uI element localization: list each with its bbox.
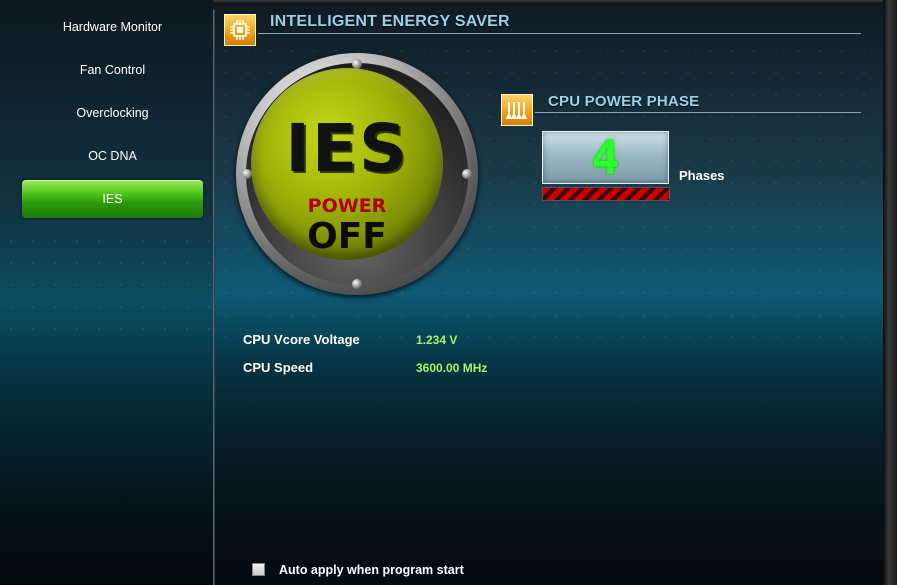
phase-load-bar — [542, 187, 670, 201]
ies-power-label: POWER — [307, 195, 387, 217]
screw-icon — [352, 279, 362, 289]
ies-logo: IES — [285, 110, 409, 187]
auto-apply-checkbox[interactable] — [252, 563, 265, 576]
ies-button-face: IES POWER OFF — [251, 68, 443, 260]
auto-apply-label[interactable]: Auto apply when program start — [279, 563, 464, 577]
cpu-speed-label: CPU Speed — [243, 360, 314, 375]
ies-power-button[interactable]: IES POWER OFF — [236, 53, 478, 295]
ies-section-divider — [258, 33, 861, 34]
sidebar-item-overclocking[interactable]: Overclocking — [22, 94, 203, 132]
ies-power-state: OFF — [307, 216, 387, 257]
power-phase-icon — [501, 94, 533, 126]
phase-count-display: 4 — [542, 131, 669, 184]
cpu-speed-value: 3600.00 MHz — [416, 361, 488, 375]
chip-icon — [224, 14, 256, 46]
sidebar-item-fan-control[interactable]: Fan Control — [22, 51, 203, 89]
sidebar-item-oc-dna[interactable]: OC DNA — [22, 137, 203, 175]
sidebar-item-hardware-monitor[interactable]: Hardware Monitor — [22, 8, 203, 46]
window-right-border — [883, 0, 897, 585]
phase-count-digit: 4 — [591, 130, 620, 185]
vcore-label: CPU Vcore Voltage — [243, 332, 360, 347]
screw-icon — [462, 169, 472, 179]
phase-section-title: CPU POWER PHASE — [548, 93, 700, 110]
phase-unit-label: Phases — [679, 168, 725, 183]
sidebar-item-ies[interactable]: IES — [22, 180, 203, 218]
vcore-value: 1.234 V — [416, 333, 458, 347]
sidebar-texture — [0, 230, 213, 350]
ies-section-title: INTELLIGENT ENERGY SAVER — [270, 13, 510, 30]
phase-section-divider — [535, 112, 861, 113]
